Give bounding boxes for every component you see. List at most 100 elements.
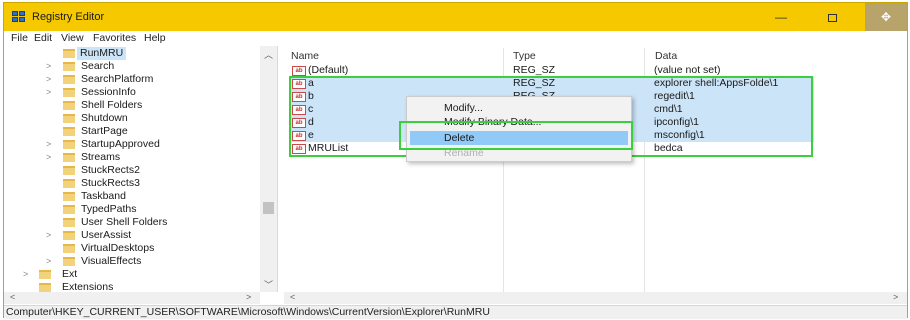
scroll-right-icon[interactable]: > [893, 292, 898, 302]
expand-arrow-icon[interactable]: > [46, 151, 54, 164]
expand-arrow-icon[interactable]: > [23, 268, 31, 281]
tree-item-runmru[interactable]: RunMRU [4, 47, 260, 60]
scroll-up-icon[interactable]: ︿ [264, 48, 273, 61]
folder-icon [39, 283, 51, 292]
scroll-down-icon[interactable]: ﹀ [264, 278, 273, 291]
minimize-button[interactable]: — [759, 3, 803, 31]
expand-arrow-icon[interactable]: > [46, 73, 54, 86]
tree-item-typedpaths[interactable]: TypedPaths [4, 203, 260, 216]
tree-vertical-scrollbar[interactable]: ︿ ﹀ [260, 46, 277, 292]
tree-item-stuckrects2[interactable]: StuckRects2 [4, 164, 260, 177]
string-value-icon: ab [292, 144, 306, 154]
context-item-rename: Rename [444, 147, 484, 159]
registry-editor-window: Registry Editor — ✥ File Edit View Favor… [3, 2, 908, 319]
tree-item-startupapproved[interactable]: > StartupApproved [4, 138, 260, 151]
values-list: Name Type Data ab (Default) REG_SZ (valu… [279, 46, 907, 292]
menu-help[interactable]: Help [144, 32, 166, 44]
value-name: e [308, 129, 314, 141]
title-bar[interactable]: Registry Editor — ✥ [4, 3, 907, 31]
tree-item-sessioninfo[interactable]: > SessionInfo [4, 86, 260, 99]
folder-icon [63, 88, 75, 97]
window-title: Registry Editor [32, 11, 105, 23]
string-value-icon: ab [292, 92, 306, 102]
value-name: c [308, 103, 314, 115]
tree-item-shutdown[interactable]: Shutdown [4, 112, 260, 125]
column-header-name[interactable]: Name [291, 50, 319, 62]
tree-item-label: Taskband [81, 190, 126, 202]
folder-icon [63, 231, 75, 240]
tree-item-searchplatform[interactable]: > SearchPlatform [4, 73, 260, 86]
tree-item-label: Shutdown [81, 112, 128, 124]
list-horizontal-scrollbar[interactable]: < > [284, 292, 907, 304]
maximize-button[interactable] [810, 3, 854, 31]
value-name: a [308, 77, 314, 89]
folder-icon [63, 244, 75, 253]
tree-item-shell-folders[interactable]: Shell Folders [4, 99, 260, 112]
tree-item-label: Search [81, 60, 115, 72]
tree-item-userassist[interactable]: > UserAssist [4, 229, 260, 242]
registry-editor-icon [12, 11, 26, 23]
value-type: REG_SZ [513, 64, 556, 76]
tree-item-ext[interactable]: > Ext [4, 268, 260, 281]
scroll-left-icon[interactable]: < [10, 292, 15, 302]
tree-item-label: Extensions [62, 281, 114, 292]
folder-icon [63, 218, 75, 227]
value-data: explorer shell:AppsFolde\1 [654, 77, 779, 89]
value-data: regedit\1 [654, 90, 695, 102]
tree-item-label: RunMRU [77, 47, 127, 60]
folder-icon [63, 101, 75, 110]
folder-icon [63, 257, 75, 266]
tree-item-label: Ext [62, 268, 78, 280]
tree-item-extensions[interactable]: Extensions [4, 281, 260, 292]
value-data: bedca [654, 142, 683, 154]
tree-item-streams[interactable]: > Streams [4, 151, 260, 164]
context-item-delete[interactable]: Delete [410, 131, 628, 145]
tree-item-visualeffects[interactable]: > VisualEffects [4, 255, 260, 268]
string-value-icon: ab [292, 105, 306, 115]
expand-arrow-icon[interactable]: > [46, 138, 54, 151]
tree-item-taskband[interactable]: Taskband [4, 190, 260, 203]
tree-item-startpage[interactable]: StartPage [4, 125, 260, 138]
folder-icon [63, 62, 75, 71]
context-menu: Modify... Modify Binary Data... Delete R… [406, 96, 632, 162]
expand-arrow-icon[interactable]: > [46, 255, 54, 268]
menu-file[interactable]: File [11, 32, 28, 44]
expand-arrow-icon[interactable]: > [46, 229, 54, 242]
value-row-a[interactable]: ab a REG_SZ explorer shell:AppsFolde\1 [289, 77, 814, 90]
folder-icon [63, 179, 75, 188]
menu-edit[interactable]: Edit [34, 32, 52, 44]
tree-item-virtualdesktops[interactable]: VirtualDesktops [4, 242, 260, 255]
value-data: msconfig\1 [654, 129, 705, 141]
minimize-icon: — [775, 10, 787, 24]
folder-icon [39, 270, 51, 279]
value-data: (value not set) [654, 64, 721, 76]
tree-item-user-shell-folders[interactable]: User Shell Folders [4, 216, 260, 229]
tree-item-stuckrects3[interactable]: StuckRects3 [4, 177, 260, 190]
tree-item-search[interactable]: > Search [4, 60, 260, 73]
menu-view[interactable]: View [61, 32, 84, 44]
value-type: REG_SZ [513, 77, 556, 89]
tree-horizontal-scrollbar[interactable]: < > [4, 292, 260, 304]
value-row-default[interactable]: ab (Default) REG_SZ (value not set) [289, 64, 817, 77]
close-icon: ✥ [880, 10, 892, 24]
column-header-type[interactable]: Type [513, 50, 536, 62]
folder-icon [63, 114, 75, 123]
scroll-right-icon[interactable]: > [246, 292, 251, 302]
tree-item-label: TypedPaths [81, 203, 137, 215]
tree-item-label: StuckRects2 [81, 164, 140, 176]
folder-icon [63, 205, 75, 214]
status-bar-path: Computer\HKEY_CURRENT_USER\SOFTWARE\Micr… [4, 305, 907, 319]
context-item-modify[interactable]: Modify... [407, 101, 631, 115]
menu-favorites[interactable]: Favorites [93, 32, 136, 44]
expand-arrow-icon[interactable]: > [46, 60, 54, 73]
string-value-icon: ab [292, 79, 306, 89]
value-data: ipconfig\1 [654, 116, 699, 128]
expand-arrow-icon[interactable]: > [46, 86, 54, 99]
context-item-modify-binary[interactable]: Modify Binary Data... [407, 115, 631, 129]
tree-item-label: VisualEffects [81, 255, 142, 267]
string-value-icon: ab [292, 66, 306, 76]
column-header-data[interactable]: Data [655, 50, 677, 62]
scroll-left-icon[interactable]: < [290, 292, 295, 302]
scrollbar-thumb[interactable] [263, 202, 274, 214]
close-button[interactable]: ✥ [865, 3, 907, 31]
